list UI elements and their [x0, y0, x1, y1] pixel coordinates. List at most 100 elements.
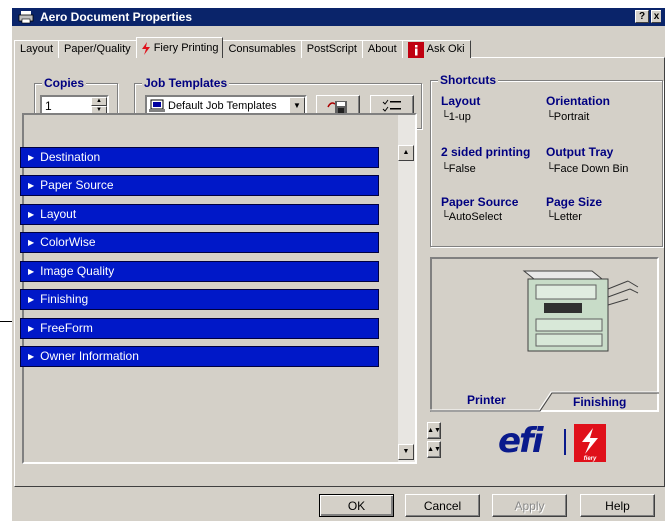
shortcut-page-size-label: Page Size	[546, 195, 603, 209]
shortcut-output-tray-label: Output Tray	[546, 145, 614, 159]
job-templates-legend: Job Templates	[142, 76, 230, 90]
logo-divider	[564, 429, 566, 455]
tab-layout[interactable]: Layout	[14, 40, 60, 58]
efi-logo: efi fiery	[488, 421, 628, 465]
tab-paper-quality[interactable]: Paper/Quality	[58, 40, 137, 58]
ok-label: OK	[347, 498, 366, 513]
document-properties-window: Aero Document Properties ? x Layout Pape…	[0, 0, 665, 521]
section-owner-information[interactable]: ▶ Owner Information	[20, 346, 379, 367]
settings-scrollbar[interactable]: ▲ ▼	[398, 115, 415, 462]
copies-legend: Copies	[42, 76, 87, 90]
shortcut-orientation-value[interactable]: └Portrait	[546, 111, 589, 123]
section-label: Layout	[40, 207, 77, 221]
tab-label: Layout	[20, 43, 54, 55]
value-text: 1-up	[448, 111, 471, 123]
shortcut-paper-source-label: Paper Source	[441, 195, 519, 209]
tab-label: PostScript	[306, 43, 357, 55]
scroll-up-icon[interactable]: ▲	[398, 145, 414, 161]
shortcuts-legend: Shortcuts	[438, 73, 499, 87]
tab-fiery-printing[interactable]: Fiery Printing	[135, 37, 224, 58]
section-finishing[interactable]: ▶ Finishing	[20, 289, 379, 310]
tab-about[interactable]: About	[361, 40, 403, 58]
expand-arrow-icon: ▶	[28, 181, 35, 190]
info-icon	[407, 41, 424, 58]
section-colorwise[interactable]: ▶ ColorWise	[20, 232, 379, 253]
value-text: False	[448, 163, 476, 175]
expand-arrow-icon: ▶	[28, 324, 35, 333]
tab-label: Fiery Printing	[153, 41, 219, 54]
tab-label: Consumables	[228, 43, 296, 55]
section-paper-source[interactable]: ▶ Paper Source	[20, 175, 379, 196]
spin-up-icon[interactable]: ▲	[91, 97, 107, 106]
expand-arrow-icon: ▶	[28, 352, 35, 361]
help-title-button[interactable]: ?	[635, 10, 649, 23]
cancel-button[interactable]: Cancel	[405, 494, 480, 517]
section-label: FreeForm	[40, 321, 93, 335]
tab-label: About	[367, 43, 397, 55]
spinner-buttons: ▲ ▼	[91, 97, 107, 114]
value-text: Face Down Bin	[553, 163, 629, 175]
expand-all-icon: ▲▼	[427, 427, 441, 434]
copies-value: 1	[45, 99, 52, 113]
chevron-down-icon[interactable]: ▼	[289, 97, 305, 114]
expand-arrow-icon: ▶	[28, 238, 35, 247]
tab-strip: Layout Paper/Quality Fiery Printing Cons…	[14, 37, 471, 58]
expand-all-button[interactable]: ▲▼	[427, 422, 441, 439]
section-layout[interactable]: ▶ Layout	[20, 204, 379, 225]
expand-arrow-icon: ▶	[28, 210, 35, 219]
shortcut-paper-source-value[interactable]: └AutoSelect	[441, 211, 502, 223]
help-button[interactable]: Help	[580, 494, 655, 517]
shortcut-layout-label: Layout	[441, 94, 481, 108]
template-icon	[149, 99, 165, 112]
collapse-all-icon: ▲▼	[427, 446, 441, 453]
section-image-quality[interactable]: ▶ Image Quality	[20, 261, 379, 282]
shortcut-page-size-value[interactable]: └Letter	[546, 211, 582, 223]
apply-label: Apply	[514, 498, 545, 513]
printer-preview	[430, 257, 659, 412]
shortcut-output-tray-value[interactable]: └Face Down Bin	[546, 163, 628, 175]
apply-button[interactable]: Apply	[492, 494, 567, 517]
section-label: Finishing	[40, 292, 89, 306]
tab-label: Paper/Quality	[64, 43, 131, 55]
value-text: Letter	[553, 211, 582, 223]
title-bar: Aero Document Properties ? x	[12, 8, 665, 26]
cancel-label: Cancel	[423, 498, 462, 513]
fiery-logo-icon: fiery	[574, 424, 606, 462]
shortcut-orientation-label: Orientation	[546, 94, 611, 108]
shortcuts-group: Shortcuts Layout └1-up Orientation └Port…	[430, 73, 663, 247]
printer-illustration-icon	[522, 270, 639, 352]
scroll-down-icon[interactable]: ▼	[398, 444, 414, 460]
shortcut-duplex-value[interactable]: └False	[441, 163, 476, 175]
section-freeform[interactable]: ▶ FreeForm	[20, 318, 379, 339]
expand-arrow-icon: ▶	[28, 295, 35, 304]
value-text: AutoSelect	[448, 211, 502, 223]
window-title: Aero Document Properties	[40, 10, 193, 24]
ok-button[interactable]: OK	[319, 494, 394, 517]
shortcut-layout-value[interactable]: └1-up	[441, 111, 471, 123]
shortcut-duplex-label: 2 sided printing	[441, 145, 531, 159]
section-label: Image Quality	[40, 264, 115, 278]
value-text: Portrait	[553, 111, 590, 123]
expand-arrow-icon: ▶	[28, 267, 35, 276]
efi-wordmark: efi	[498, 421, 543, 461]
fiery-icon	[141, 41, 150, 55]
job-template-value: Default Job Templates	[168, 99, 277, 112]
tab-printer[interactable]: Printer	[467, 390, 506, 410]
close-title-button[interactable]: x	[651, 10, 661, 23]
tab-ask-oki[interactable]: Ask Oki	[401, 40, 471, 58]
printer-icon	[18, 11, 34, 24]
collapse-all-button[interactable]: ▲▼	[427, 441, 441, 458]
tab-consumables[interactable]: Consumables	[222, 40, 302, 58]
printer-tabs: Printer Finishing	[430, 390, 659, 412]
help-label: Help	[605, 498, 630, 513]
section-label: Owner Information	[40, 349, 139, 363]
section-label: Paper Source	[40, 178, 114, 192]
tab-label: Ask Oki	[426, 43, 465, 55]
tab-postscript[interactable]: PostScript	[300, 40, 363, 58]
section-label: ColorWise	[40, 235, 96, 249]
section-label: Destination	[40, 150, 101, 164]
fiery-wordmark: fiery	[584, 456, 597, 462]
tab-finishing[interactable]: Finishing	[573, 392, 626, 412]
expand-arrow-icon: ▶	[28, 153, 35, 162]
section-destination[interactable]: ▶ Destination	[20, 147, 379, 168]
